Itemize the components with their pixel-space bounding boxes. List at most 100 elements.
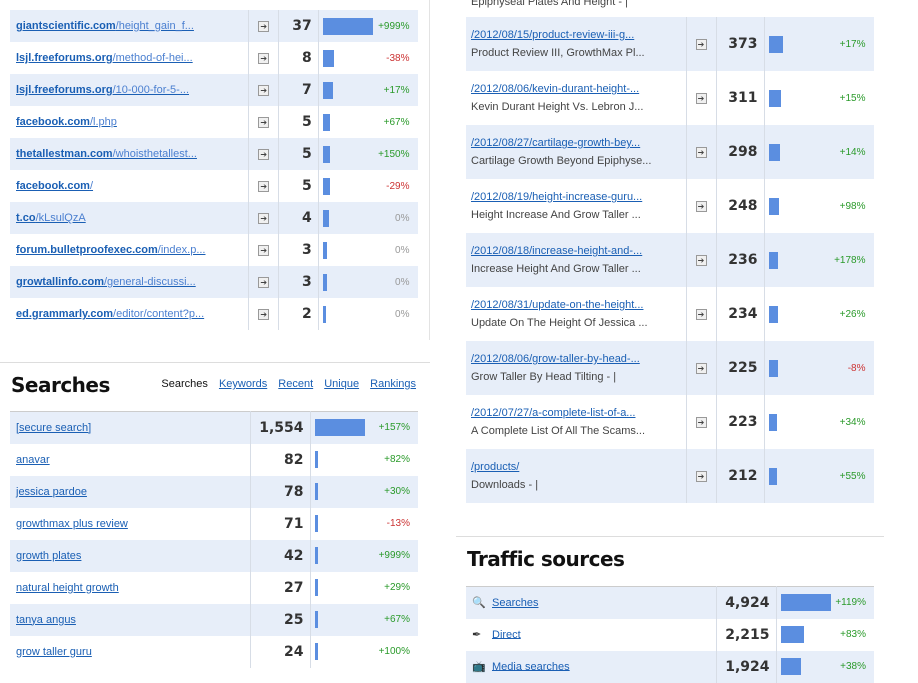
change-percent: +55% bbox=[839, 470, 866, 482]
search-term-link[interactable]: tanya angus bbox=[16, 614, 76, 626]
page-count: 236 bbox=[716, 233, 765, 287]
search-term-link[interactable]: natural height growth bbox=[16, 582, 119, 594]
change-percent: +82% bbox=[384, 454, 410, 465]
count-bar bbox=[322, 177, 330, 195]
external-link-icon[interactable]: ➔ bbox=[695, 39, 707, 50]
search-term-link[interactable]: anavar bbox=[16, 454, 50, 466]
go-cell: ➔ bbox=[686, 341, 717, 395]
search-row: tanya angus 25 +67% bbox=[10, 603, 418, 636]
external-link-icon[interactable]: ➔ bbox=[695, 93, 707, 104]
search-term-link[interactable]: jessica pardoe bbox=[16, 486, 87, 498]
referrer-path: /general-discussi... bbox=[104, 276, 196, 288]
external-link-icon[interactable]: ➔ bbox=[258, 277, 270, 288]
page-path-link[interactable]: /products/ bbox=[471, 461, 686, 473]
page-title: Downloads - | bbox=[471, 479, 539, 491]
referrer-path: /whoisthetallest... bbox=[112, 148, 197, 160]
tab-searches[interactable]: Searches bbox=[161, 378, 207, 390]
searches-title: Searches bbox=[11, 373, 110, 397]
change-percent: +157% bbox=[378, 422, 410, 434]
page-row: /2012/08/18/increase-height-and-... Incre… bbox=[466, 233, 874, 287]
traffic-source-cell: 📺 Media searches bbox=[466, 650, 717, 683]
tab-unique[interactable]: Unique bbox=[324, 378, 359, 390]
change-percent: +150% bbox=[378, 148, 410, 160]
change-percent: 0% bbox=[395, 212, 410, 224]
page-path-link[interactable]: /2012/08/06/grow-taller-by-head-... bbox=[471, 353, 686, 365]
referrer-count: 5 bbox=[278, 138, 319, 170]
referrer-link[interactable]: lsjl.freeforums.org/10-000-for-5-... bbox=[16, 84, 189, 96]
page-row: /2012/08/06/grow-taller-by-head-... Grow … bbox=[466, 341, 874, 395]
page-path-link[interactable]: /2012/08/31/update-on-the-height... bbox=[471, 299, 686, 311]
count-bar bbox=[322, 273, 327, 291]
traffic-source-link[interactable]: Direct bbox=[492, 628, 521, 640]
page-count: 212 bbox=[716, 449, 765, 503]
external-link-icon[interactable]: ➔ bbox=[258, 117, 270, 128]
count-bar bbox=[322, 145, 330, 163]
external-link-icon[interactable]: ➔ bbox=[695, 309, 707, 320]
search-term-link[interactable]: [secure search] bbox=[16, 422, 91, 434]
count-bar bbox=[780, 594, 831, 612]
external-link-icon[interactable]: ➔ bbox=[258, 309, 270, 320]
tab-keywords[interactable]: Keywords bbox=[219, 378, 267, 390]
page-path-link[interactable]: /2012/08/18/increase-height-and-... bbox=[471, 245, 686, 257]
external-link-icon[interactable]: ➔ bbox=[258, 85, 270, 96]
bar-cell bbox=[318, 10, 378, 42]
go-cell: ➔ bbox=[248, 138, 280, 170]
external-link-icon[interactable]: ➔ bbox=[695, 363, 707, 374]
go-cell: ➔ bbox=[248, 202, 280, 234]
external-link-icon[interactable]: ➔ bbox=[695, 255, 707, 266]
count-bar bbox=[768, 413, 777, 431]
referrer-domain: facebook.com bbox=[16, 116, 90, 128]
referrer-link[interactable]: facebook.com/ bbox=[16, 180, 93, 192]
external-link-icon[interactable]: ➔ bbox=[258, 21, 270, 32]
referrer-link[interactable]: ed.grammarly.com/editor/content?p... bbox=[16, 308, 204, 320]
page-path-link[interactable]: /2012/08/19/height-increase-guru... bbox=[471, 191, 686, 203]
bar-cell bbox=[776, 651, 834, 683]
page-path-link[interactable]: /2012/08/27/cartilage-growth-bey... bbox=[471, 137, 686, 149]
count-bar bbox=[780, 626, 804, 643]
external-link-icon[interactable]: ➔ bbox=[258, 245, 270, 256]
referrer-link[interactable]: thetallestman.com/whoisthetallest... bbox=[16, 148, 197, 160]
referrer-link[interactable]: forum.bulletproofexec.com/index.p... bbox=[16, 244, 206, 256]
page-path-link[interactable]: /2012/08/15/product-review-iii-g... bbox=[471, 29, 686, 41]
search-term-link[interactable]: growth plates bbox=[16, 550, 81, 562]
external-link-icon[interactable]: ➔ bbox=[258, 213, 270, 224]
search-term-link[interactable]: grow taller guru bbox=[16, 646, 92, 658]
page-row: /2012/08/15/product-review-iii-g... Produ… bbox=[466, 17, 874, 71]
search-term-cell: anavar bbox=[10, 443, 251, 476]
external-link-icon[interactable]: ➔ bbox=[695, 417, 707, 428]
traffic-source-link[interactable]: Searches bbox=[492, 597, 538, 609]
page-cell: /2012/07/27/a-complete-list-of-a... A Com… bbox=[466, 395, 687, 449]
bar-cell bbox=[764, 125, 819, 179]
referrer-link[interactable]: facebook.com/l.php bbox=[16, 116, 117, 128]
page-count: 311 bbox=[716, 71, 765, 125]
referrers-table: giantscientific.com/height_gain_f... ➔ 37 +… bbox=[10, 10, 418, 330]
referrer-domain: ed.grammarly.com bbox=[16, 308, 114, 320]
referrer-link[interactable]: growtallinfo.com/general-discussi... bbox=[16, 276, 196, 288]
tab-rankings[interactable]: Rankings bbox=[370, 378, 416, 390]
referrer-link[interactable]: t.co/kLsulQzA bbox=[16, 212, 86, 224]
change-percent: +119% bbox=[835, 597, 866, 609]
page-row: /2012/08/06/kevin-durant-height-... Kevin… bbox=[466, 71, 874, 125]
external-link-icon[interactable]: ➔ bbox=[695, 471, 707, 482]
traffic-sources-title: Traffic sources bbox=[467, 547, 625, 571]
referrer-count: 2 bbox=[278, 298, 319, 330]
referrer-path: /editor/content?p... bbox=[113, 308, 205, 320]
search-term-link[interactable]: growthmax plus review bbox=[16, 518, 128, 530]
bar-cell bbox=[310, 604, 370, 636]
bar-cell bbox=[318, 42, 378, 74]
page-path-link[interactable]: /2012/07/27/a-complete-list-of-a... bbox=[471, 407, 686, 419]
referrer-path: /l.php bbox=[89, 116, 117, 128]
external-link-icon[interactable]: ➔ bbox=[258, 149, 270, 160]
external-link-icon[interactable]: ➔ bbox=[258, 181, 270, 192]
bar-cell bbox=[318, 234, 378, 266]
page-path-link[interactable]: /2012/08/06/kevin-durant-height-... bbox=[471, 83, 686, 95]
external-link-icon[interactable]: ➔ bbox=[258, 53, 270, 64]
referrer-path: /index.p... bbox=[157, 244, 206, 256]
tab-recent[interactable]: Recent bbox=[278, 378, 313, 390]
change-percent: +17% bbox=[383, 84, 410, 96]
referrer-link[interactable]: giantscientific.com/height_gain_f... bbox=[16, 20, 194, 32]
referrer-link[interactable]: lsjl.freeforums.org/method-of-hei... bbox=[16, 52, 193, 64]
external-link-icon[interactable]: ➔ bbox=[695, 201, 707, 212]
external-link-icon[interactable]: ➔ bbox=[695, 147, 707, 158]
page-title-cutoff: Epiphyseal Plates And Height - | bbox=[471, 0, 628, 8]
